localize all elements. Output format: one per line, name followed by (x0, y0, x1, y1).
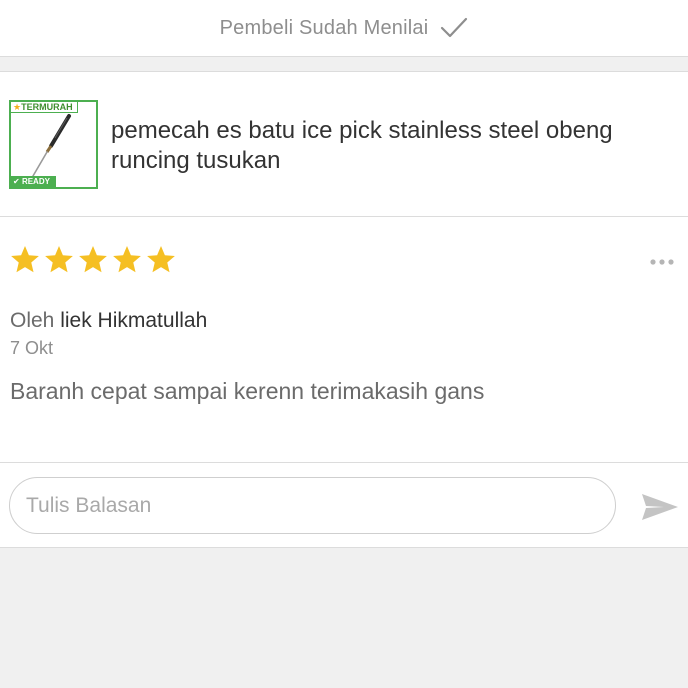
reviewer-name: liek Hikmatullah (60, 309, 208, 332)
review-block: Oleh liek Hikmatullah 7 Okt Baranh cepat… (0, 218, 688, 463)
star-icon (79, 246, 107, 273)
badge-ready-label: READY (21, 177, 50, 186)
reviewer-by-label: Oleh (10, 309, 55, 332)
reviewer-line: Oleh liek Hikmatullah (10, 309, 207, 333)
product-row[interactable]: ★TERMURAH ✔ READY pemecah es batu ice pi… (0, 72, 688, 217)
send-icon[interactable] (640, 491, 680, 523)
reply-input[interactable] (9, 477, 616, 534)
badge-termurah: ★TERMURAH (11, 102, 78, 113)
star-icon (147, 246, 175, 273)
reply-row (0, 463, 688, 548)
review-status-text: Pembeli Sudah Menilai (219, 16, 429, 39)
review-status-bar: Pembeli Sudah Menilai (0, 0, 688, 57)
badge-star-icon: ★ (13, 102, 22, 112)
rating-stars (9, 244, 177, 276)
more-dots-icon[interactable] (650, 257, 674, 267)
product-name[interactable]: pemecah es batu ice pick stainless steel… (111, 116, 671, 176)
badge-ready: ✔ READY (11, 176, 56, 187)
review-card: ★TERMURAH ✔ READY pemecah es batu ice pi… (0, 71, 688, 548)
review-date: 7 Okt (10, 338, 54, 358)
badge-termurah-label: TERMURAH (21, 102, 73, 112)
review-text: Baranh cepat sampai kerenn terimakasih g… (10, 378, 485, 404)
product-thumbnail[interactable]: ★TERMURAH ✔ READY (9, 100, 98, 189)
check-icon (441, 17, 468, 38)
star-icon (11, 246, 39, 273)
star-icon (45, 246, 73, 273)
ice-pick-image (32, 114, 71, 177)
star-icon (113, 246, 141, 273)
